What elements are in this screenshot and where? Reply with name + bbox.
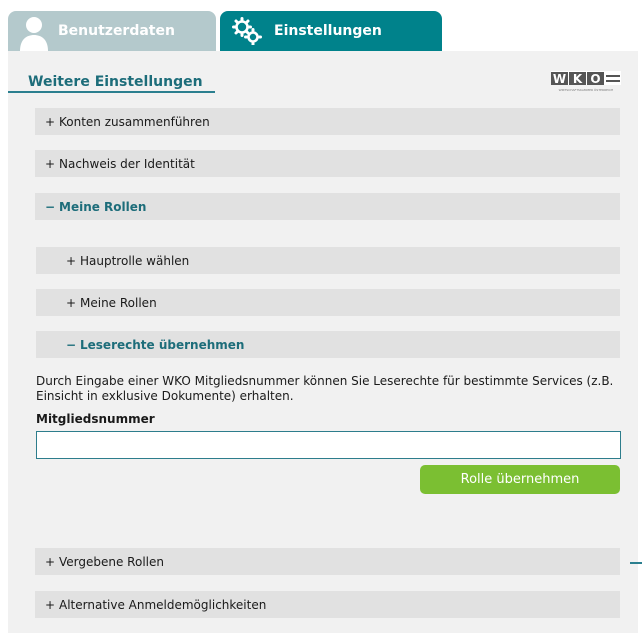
leserechte-description: Durch Eingabe einer WKO Mitgliedsnummer … [36, 374, 614, 403]
expand-icon: + [45, 156, 56, 171]
title-underline [8, 91, 215, 93]
subsection-leserechte-uebernehmen[interactable]: − Leserechte übernehmen [36, 331, 620, 358]
expand-icon: + [66, 295, 77, 310]
section-label: Konten zusammenführen [59, 114, 210, 129]
expand-icon: + [45, 554, 56, 569]
tab-label: Einstellungen [274, 23, 382, 39]
svg-text:WIRTSCHAFTSKAMMER ÖSTERREICH: WIRTSCHAFTSKAMMER ÖSTERREICH [559, 87, 614, 92]
subsection-hauptrolle-waehlen[interactable]: + Hauptrolle wählen [36, 247, 620, 274]
expand-icon: + [45, 114, 56, 129]
side-marker [630, 562, 642, 564]
section-label: Vergebene Rollen [59, 554, 164, 569]
section-label: Hauptrolle wählen [80, 253, 190, 268]
expand-icon: + [66, 253, 77, 268]
mitgliedsnummer-label: Mitgliedsnummer [36, 412, 155, 426]
svg-text:O: O [590, 72, 600, 86]
tab-bar: Benutzerdaten Einstellungen [8, 11, 638, 51]
section-label: Meine Rollen [59, 199, 147, 214]
subsection-meine-rollen[interactable]: + Meine Rollen [36, 289, 620, 316]
tab-label: Benutzerdaten [58, 23, 175, 39]
section-label: Leserechte übernehmen [80, 337, 245, 352]
wko-logo: W K O WIRTSCHAFTSKAMMER ÖSTERREICH [551, 71, 621, 92]
tab-einstellungen[interactable]: Einstellungen [220, 11, 442, 51]
section-label: Nachweis der Identität [59, 156, 195, 171]
gear-icon [232, 17, 262, 45]
mitgliedsnummer-input[interactable] [36, 431, 621, 459]
user-icon [20, 17, 48, 51]
tab-benutzerdaten[interactable]: Benutzerdaten [8, 11, 216, 51]
section-nachweis-identitaet[interactable]: + Nachweis der Identität [35, 150, 620, 177]
section-meine-rollen[interactable]: − Meine Rollen [35, 193, 620, 220]
svg-text:K: K [573, 72, 583, 86]
svg-text:W: W [553, 72, 566, 86]
section-label: Alternative Anmeldemöglichkeiten [59, 597, 267, 612]
page-title: Weitere Einstellungen [28, 74, 203, 90]
collapse-icon: − [66, 337, 77, 352]
section-alternative-anmeldemoeglichkeiten[interactable]: + Alternative Anmeldemöglichkeiten [35, 591, 620, 618]
section-konten-zusammenfuehren[interactable]: + Konten zusammenführen [35, 108, 620, 135]
expand-icon: + [45, 597, 56, 612]
section-label: Meine Rollen [80, 295, 157, 310]
section-vergebene-rollen[interactable]: + Vergebene Rollen [35, 548, 620, 575]
rolle-uebernehmen-button[interactable]: Rolle übernehmen [420, 465, 620, 494]
collapse-icon: − [45, 199, 56, 214]
